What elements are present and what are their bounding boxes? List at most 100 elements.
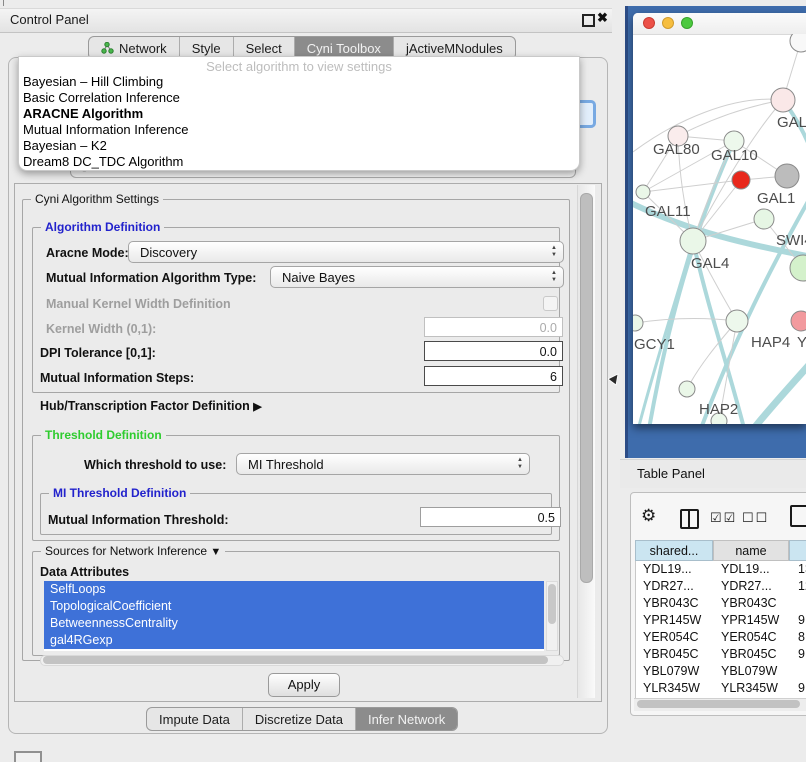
network-node[interactable] [790,34,806,52]
network-canvas[interactable]: GALGAL80GAL10GAL1GAL11SWI4GAL4GCY1HAP4YH… [633,34,806,424]
table-cell[interactable]: 13 [791,561,806,578]
algorithm-dropdown-items: Bayesian – Hill ClimbingBasic Correlatio… [19,74,579,170]
network-node[interactable] [775,164,799,188]
column-header-name[interactable]: name [713,540,789,561]
table-cell[interactable]: YLR345W [636,680,714,697]
network-node[interactable] [679,381,695,397]
table-cell[interactable]: 8. [791,629,806,646]
which-threshold-combo[interactable]: MI Threshold ▲▼ [236,453,530,475]
table-cell[interactable]: YBR043C [636,595,714,612]
table-row[interactable]: YPR145WYPR145W9. [636,612,806,629]
network-node-label: GAL10 [711,147,758,164]
select-all-checkboxes-icon[interactable]: ☑☑ [710,510,737,526]
table-cell[interactable]: YBL079W [636,663,714,680]
table-cell[interactable]: YPR145W [714,612,791,629]
sources-group-title[interactable]: Sources for Network Inference ▼ [41,544,225,558]
attribute-item-topologicalcoefficient[interactable]: TopologicalCoefficient [44,598,544,615]
network-node[interactable] [726,310,748,332]
table-cell[interactable] [791,595,806,612]
tab-label: Style [192,41,221,56]
table-row[interactable]: YDL19...YDL19...13 [636,561,806,578]
table-cell[interactable]: 9. [791,646,806,663]
table-cell[interactable] [791,663,806,680]
stepper-icon: ▲▼ [517,457,523,471]
table-cell[interactable]: YDR27... [636,578,714,595]
bottom-tab-infer-network[interactable]: Infer Network [355,708,457,730]
collapse-down-icon[interactable]: ▼ [210,546,221,558]
table-cell[interactable]: 9. [791,680,806,697]
network-node[interactable] [790,255,806,281]
float-window-icon[interactable] [582,14,595,27]
mi-type-combo[interactable]: Naive Bayes ▲▼ [270,266,564,288]
close-icon[interactable]: ✖ [597,10,608,26]
network-node-label: GAL11 [645,203,691,220]
table-cell[interactable]: YER054C [714,629,791,646]
gear-icon[interactable]: ⚙ [641,506,656,526]
network-node[interactable] [633,315,643,331]
algorithm-option-basic-correlation-inference[interactable]: Basic Correlation Inference [19,90,579,106]
table-row[interactable]: YDR27...YDR27...12 [636,578,806,595]
mi-steps-field[interactable]: 6 [424,366,563,386]
aracne-mode-combo[interactable]: Discovery ▲▼ [128,241,564,263]
close-traffic-light[interactable] [643,17,655,29]
apply-button[interactable]: Apply [268,673,340,697]
data-attributes-list[interactable]: SelfLoopsTopologicalCoefficientBetweenne… [44,581,544,651]
function-builder-icon[interactable] [790,505,806,527]
table-cell[interactable]: YLR345W [714,680,791,697]
deselect-all-checkboxes-icon[interactable]: ☐☐ [742,510,769,526]
attribute-item-selfloops[interactable]: SelfLoops [44,581,544,598]
network-node[interactable] [791,311,806,331]
table-cell[interactable]: YPR145W [636,612,714,629]
table-row[interactable]: YBR045CYBR045C9. [636,646,806,663]
table-cell[interactable]: YBL079W [714,663,791,680]
attribute-item-gal4rgexp[interactable]: gal4RGexp [44,632,544,649]
algorithm-option-bayesian-k2[interactable]: Bayesian – K2 [19,138,579,154]
algorithm-option-bayesian-hill-climbing[interactable]: Bayesian – Hill Climbing [19,74,579,90]
table-cell[interactable]: YER054C [636,629,714,646]
attribute-item-betweennesscentrality[interactable]: BetweennessCentrality [44,615,544,632]
bottom-tab-impute-data[interactable]: Impute Data [147,708,242,730]
bottom-tab-label: Infer Network [368,712,445,727]
table-cell[interactable]: 12 [791,578,806,595]
dpi-tolerance-field[interactable]: 0.0 [424,341,563,361]
network-window-titlebar[interactable] [633,13,806,35]
table-hscrollbar-thumb[interactable] [637,700,800,708]
column-header-shared[interactable]: shared... [635,540,713,561]
dock-icon[interactable] [14,751,42,762]
network-node[interactable] [771,88,795,112]
table-row[interactable]: YBL079WYBL079W [636,663,806,680]
table-cell[interactable]: YBR045C [636,646,714,663]
minimize-traffic-light[interactable] [662,17,674,29]
mi-threshold-field[interactable]: 0.5 [420,507,561,527]
network-node-label: GCY1 [634,336,675,353]
attribute-list-scrollbar-thumb[interactable] [548,584,556,624]
network-node[interactable] [680,228,706,254]
horizontal-scrollbar-thumb[interactable] [43,656,548,664]
algorithm-option-aracne-algorithm[interactable]: ARACNE Algorithm [19,106,579,122]
zoom-traffic-light[interactable] [681,17,693,29]
table-row[interactable]: YBR043CYBR043C [636,595,806,612]
table-row[interactable]: YER054CYER054C8. [636,629,806,646]
column-header-2[interactable] [789,540,806,561]
settings-scrollbar-thumb[interactable] [580,193,593,583]
network-node[interactable] [636,185,650,199]
table-cell[interactable]: YBR043C [714,595,791,612]
table-cell[interactable]: YDR27... [714,578,791,595]
expand-right-icon[interactable]: ▶ [253,401,261,413]
algorithm-option-mutual-information-inference[interactable]: Mutual Information Inference [19,122,579,138]
network-node[interactable] [732,171,750,189]
hub-definition-label[interactable]: Hub/Transcription Factor Definition ▶ [40,399,262,413]
which-threshold-value: MI Threshold [248,457,324,472]
hub-definition-text: Hub/Transcription Factor Definition [40,399,250,413]
table-cell[interactable]: YDL19... [636,561,714,578]
bottom-tab-discretize-data[interactable]: Discretize Data [242,708,355,730]
table-cell[interactable]: YDL19... [714,561,791,578]
kernel-width-field[interactable]: 0.0 [424,317,563,337]
table-row[interactable]: YLR345WYLR345W9. [636,680,806,697]
algorithm-option-dream8-dc-tdc-algorithm[interactable]: Dream8 DC_TDC Algorithm [19,154,579,170]
table-cell[interactable]: YBR045C [714,646,791,663]
table-cell[interactable]: 9. [791,612,806,629]
tab-label: jActiveMNodules [406,41,503,56]
manual-kernel-checkbox[interactable] [543,296,558,311]
network-node[interactable] [754,209,774,229]
